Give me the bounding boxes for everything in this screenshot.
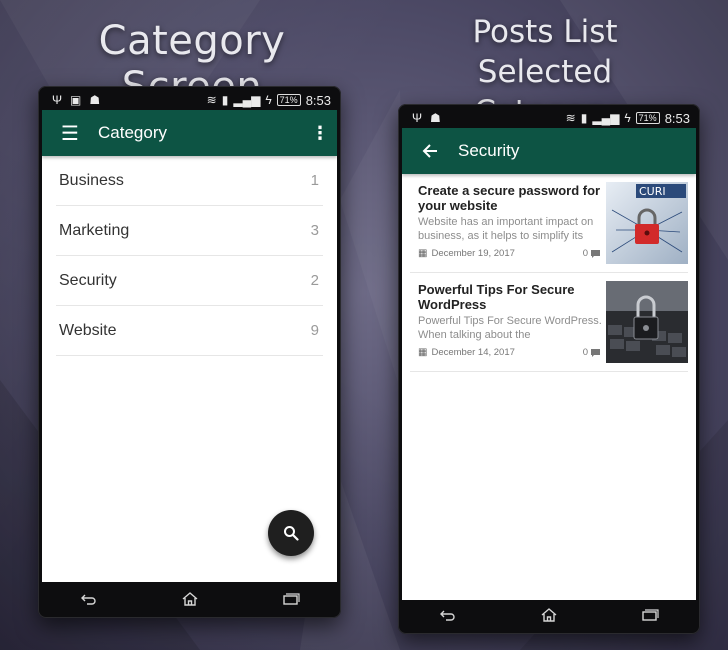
posts-list-heading-line1: Posts List	[472, 14, 618, 50]
app-bar: ☰ Category ⋮	[42, 110, 337, 156]
calendar-icon: ▦	[418, 248, 428, 259]
comment-count: 0	[582, 248, 588, 259]
comment-icon	[591, 348, 600, 357]
signal-icon: ▂▄▆	[592, 111, 620, 125]
category-name: Security	[59, 271, 117, 289]
back-nav-icon	[80, 594, 96, 605]
back-nav-button[interactable]	[439, 608, 457, 622]
search-icon	[284, 526, 299, 541]
back-nav-icon	[440, 610, 455, 621]
category-name: Business	[59, 171, 124, 189]
signal-icon: ▂▄▆	[233, 93, 261, 107]
recents-icon	[641, 609, 659, 621]
post-date: December 19, 2017	[431, 248, 515, 259]
battery-indicator: 71%	[276, 94, 301, 106]
usb-icon: Ψ	[412, 111, 423, 125]
category-count: 9	[310, 322, 319, 339]
post-excerpt: Powerful Tips For Secure WordPress. When…	[418, 315, 602, 341]
category-item-marketing[interactable]: Marketing 3	[56, 206, 323, 256]
system-nav-bar	[38, 584, 341, 614]
category-list: Business 1 Marketing 3 Security 2 Websit…	[42, 156, 337, 356]
menu-icon[interactable]: ☰	[42, 121, 98, 146]
page-title: Category	[98, 123, 167, 142]
arrow-back-icon[interactable]	[402, 140, 458, 163]
home-icon	[182, 592, 197, 606]
category-count: 1	[310, 172, 319, 189]
category-count: 3	[310, 222, 319, 239]
status-time: 8:53	[305, 92, 331, 108]
more-vert-icon[interactable]: ⋮	[303, 123, 337, 144]
thumb-text: CURI	[639, 185, 666, 198]
calendar-icon: ▦	[418, 347, 428, 358]
recents-nav-button[interactable]	[641, 608, 659, 622]
post-item[interactable]: Powerful Tips For Secure WordPress Power…	[410, 273, 688, 372]
charging-icon: ϟ	[624, 111, 631, 125]
status-bar: Ψ ▣ ☗ ≋ ▮ ▂▄▆ ϟ 71% 8:53	[42, 90, 337, 110]
sim-icon: ▮	[221, 93, 229, 107]
status-bar: Ψ ☗ ≋ ▮ ▂▄▆ ϟ 71% 8:53	[402, 108, 696, 128]
post-meta: ▦ December 19, 2017 0	[418, 248, 604, 259]
post-title[interactable]: Create a secure password for your websit…	[418, 183, 604, 213]
recents-icon	[282, 593, 300, 605]
category-item-business[interactable]: Business 1	[56, 156, 323, 206]
post-thumbnail-padlock-keyboard	[606, 281, 688, 363]
usb-icon: Ψ	[52, 93, 63, 107]
recents-nav-button[interactable]	[282, 592, 300, 606]
home-nav-button[interactable]	[181, 591, 199, 607]
page-title: Security	[458, 141, 520, 160]
category-item-website[interactable]: Website 9	[56, 306, 323, 356]
image-icon: ▣	[70, 93, 82, 107]
post-meta: ▦ December 14, 2017 0	[418, 347, 604, 358]
comment-count: 0	[582, 347, 588, 358]
charging-icon: ϟ	[265, 93, 272, 107]
post-thumbnail-padlock-security: CURI	[606, 182, 688, 264]
status-time: 8:53	[664, 110, 690, 126]
post-excerpt: Website has an important impact on busin…	[418, 216, 594, 242]
posts-screen: Security Create a secure password for yo…	[402, 128, 696, 600]
app-bar: Security	[402, 128, 696, 174]
battery-indicator: 71%	[635, 112, 660, 124]
android-icon: ☗	[430, 111, 441, 125]
phone-category-screen: Ψ ▣ ☗ ≋ ▮ ▂▄▆ ϟ 71% 8:53 ☰ Category ⋮ Bu…	[38, 86, 341, 618]
category-item-security[interactable]: Security 2	[56, 256, 323, 306]
post-date: December 14, 2017	[431, 347, 515, 358]
search-fab-button[interactable]	[268, 510, 314, 556]
category-name: Website	[59, 321, 117, 339]
phone-posts-screen: Ψ ☗ ≋ ▮ ▂▄▆ ϟ 71% 8:53 Security Create a…	[398, 104, 700, 634]
back-nav-button[interactable]	[80, 592, 98, 606]
comment-icon	[591, 249, 600, 258]
category-name: Marketing	[59, 221, 130, 239]
wifi-icon: ≋	[565, 111, 576, 125]
home-nav-button[interactable]	[540, 607, 558, 623]
category-screen: ☰ Category ⋮ Business 1 Marketing 3 Secu…	[42, 110, 337, 582]
post-item[interactable]: Create a secure password for your websit…	[410, 174, 688, 273]
post-list: Create a secure password for your websit…	[402, 174, 696, 372]
home-icon	[541, 608, 557, 622]
sim-icon: ▮	[580, 111, 588, 125]
wifi-icon: ≋	[206, 93, 217, 107]
system-nav-bar	[398, 600, 700, 630]
post-title[interactable]: Powerful Tips For Secure WordPress	[418, 282, 604, 312]
android-icon: ☗	[89, 93, 101, 107]
category-count: 2	[310, 272, 319, 289]
